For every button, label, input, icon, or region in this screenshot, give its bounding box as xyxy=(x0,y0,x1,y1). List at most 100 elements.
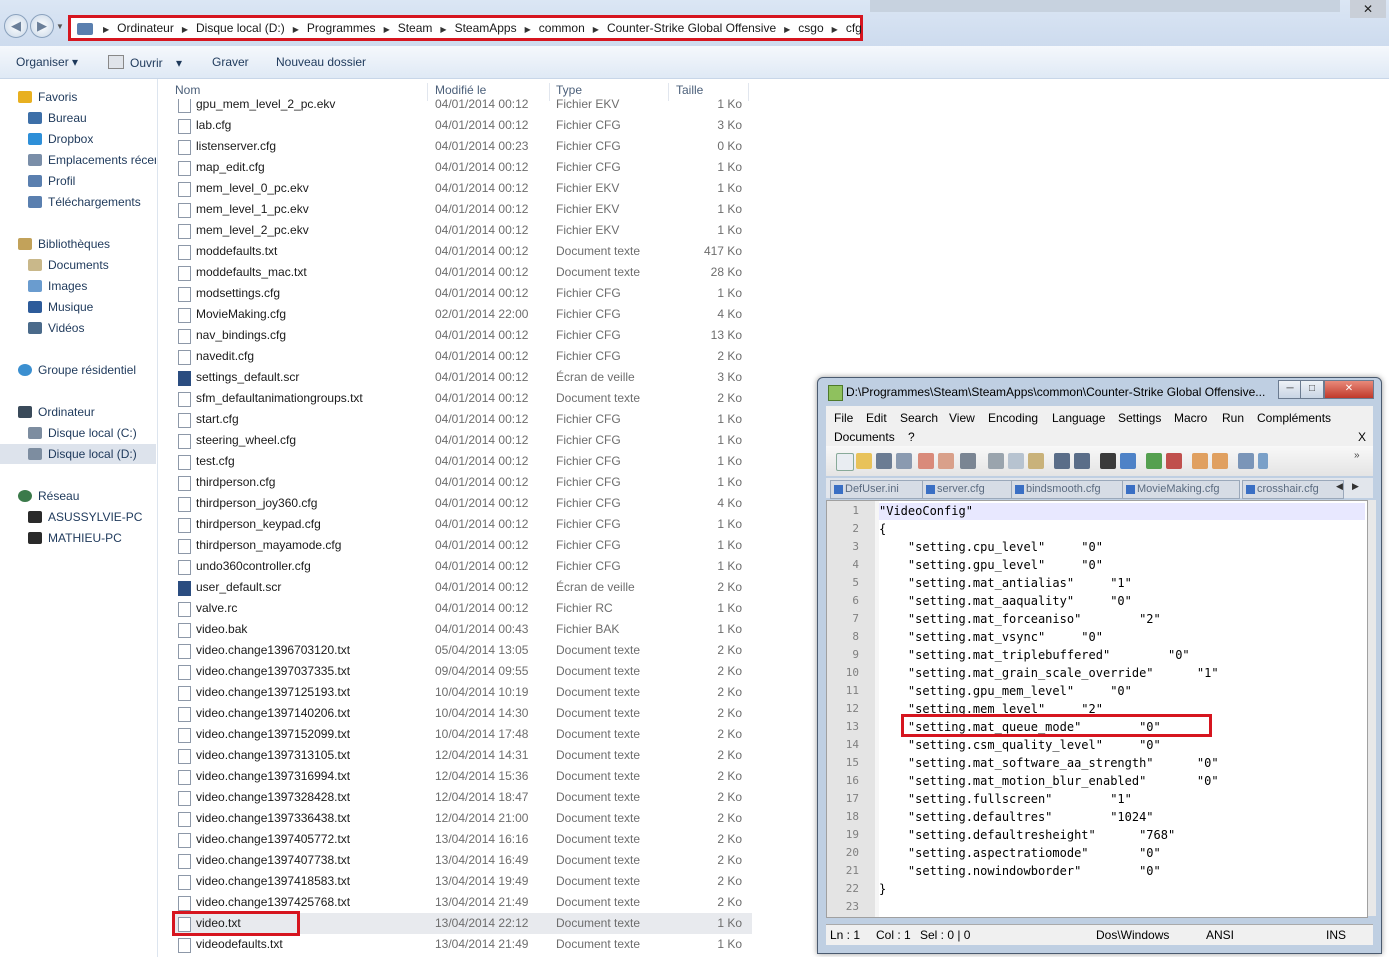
file-row[interactable]: test.cfg 04/01/2014 00:12 Fichier CFG 1 Ko xyxy=(172,451,752,472)
nav-videos[interactable]: Vidéos xyxy=(28,318,84,338)
file-row[interactable]: video.change1397418583.txt 13/04/2014 19:… xyxy=(172,871,752,892)
nav-favorites[interactable]: Favoris xyxy=(18,87,77,107)
nav-libraries[interactable]: Bibliothèques xyxy=(18,234,110,254)
back-arrow-icon[interactable]: ◀ xyxy=(4,14,28,38)
code-editor[interactable]: 1 2 3 4 5 6 7 8 9 10 11 12 13 14 15 16 17 18 19 20 21 22 23 "V… xyxy=(826,500,1368,918)
replace-icon[interactable] xyxy=(1120,453,1136,469)
vertical-scrollbar[interactable] xyxy=(1368,500,1376,916)
redo-icon[interactable] xyxy=(1074,453,1090,469)
nav-homegroup[interactable]: Groupe résidentiel xyxy=(18,360,136,380)
file-row[interactable]: sfm_defaultanimationgroups.txt 04/01/2014… xyxy=(172,388,752,409)
nav-profile[interactable]: Profil xyxy=(28,171,75,191)
column-type[interactable]: Type xyxy=(556,83,669,101)
file-row[interactable]: moddefaults.txt 04/01/2014 00:12 Document … xyxy=(172,241,752,262)
word-wrap-icon[interactable] xyxy=(1238,453,1254,469)
breadcrumb-separator-icon[interactable]: ▶ xyxy=(784,25,790,34)
file-row[interactable]: video.change1397313105.txt 12/04/2014 14:… xyxy=(172,745,752,766)
file-row[interactable]: settings_default.scr 04/01/2014 00:12 Écra… xyxy=(172,367,752,388)
column-size[interactable]: Taille xyxy=(676,83,749,101)
burn-button[interactable]: Graver xyxy=(212,55,249,69)
breadcrumb-item[interactable]: Steam xyxy=(398,21,433,35)
file-row[interactable]: moddefaults_mac.txt 04/01/2014 00:12 Docum… xyxy=(172,262,752,283)
file-row[interactable]: video.change1397425768.txt 13/04/2014 21:… xyxy=(172,892,752,913)
tab-defuser-ini[interactable]: DefUser.ini xyxy=(830,480,924,499)
file-row[interactable]: valve.rc 04/01/2014 00:12 Fichier RC 1 Ko xyxy=(172,598,752,619)
menu-macro[interactable]: Macro xyxy=(1174,411,1207,425)
copy-icon[interactable] xyxy=(1008,453,1024,469)
save-all-icon[interactable] xyxy=(896,453,912,469)
cut-icon[interactable] xyxy=(988,453,1004,469)
breadcrumb-item[interactable]: csgo xyxy=(798,21,823,35)
file-row[interactable]: undo360controller.cfg 04/01/2014 00:12 Fic… xyxy=(172,556,752,577)
breadcrumb-item[interactable]: SteamApps xyxy=(455,21,517,35)
nav-desktop[interactable]: Bureau xyxy=(28,108,87,128)
file-row[interactable]: video.change1397328428.txt 12/04/2014 18:… xyxy=(172,787,752,808)
menu-language[interactable]: Language xyxy=(1052,411,1105,425)
sync-vertical-icon[interactable] xyxy=(1192,453,1208,469)
file-row[interactable]: video.change1397407738.txt 13/04/2014 16:… xyxy=(172,850,752,871)
file-row[interactable]: lab.cfg 04/01/2014 00:12 Fichier CFG 3 Ko xyxy=(172,115,752,136)
breadcrumb-separator-icon[interactable]: ▶ xyxy=(384,25,390,34)
tab-scroll-left-icon[interactable]: ◀ xyxy=(1336,481,1343,492)
organize-button[interactable]: Organiser ▾ xyxy=(16,55,78,69)
breadcrumb-separator-icon[interactable]: ▶ xyxy=(832,25,838,34)
breadcrumb-separator-icon[interactable]: ▶ xyxy=(440,25,446,34)
column-modified[interactable]: Modifié le xyxy=(435,83,550,101)
menu-settings[interactable]: Settings xyxy=(1118,411,1161,425)
nav-drive-c[interactable]: Disque local (C:) xyxy=(28,423,137,443)
file-row[interactable]: nav_bindings.cfg 04/01/2014 00:12 Fichier … xyxy=(172,325,752,346)
file-row[interactable]: navedit.cfg 04/01/2014 00:12 Fichier CFG 2 … xyxy=(172,346,752,367)
menu-help[interactable]: ? xyxy=(908,430,915,444)
file-row[interactable]: modsettings.cfg 04/01/2014 00:12 Fichier C… xyxy=(172,283,752,304)
breadcrumb-item[interactable]: Disque local (D:) xyxy=(196,21,285,35)
menu-plugins[interactable]: Compléments xyxy=(1257,411,1331,425)
breadcrumb-item[interactable]: Counter-Strike Global Offensive xyxy=(607,21,776,35)
file-row[interactable]: steering_wheel.cfg 04/01/2014 00:12 Fichie… xyxy=(172,430,752,451)
paste-icon[interactable] xyxy=(1028,453,1044,469)
menu-encoding[interactable]: Encoding xyxy=(988,411,1038,425)
file-row[interactable]: MovieMaking.cfg 02/01/2014 22:00 Fichier C… xyxy=(172,304,752,325)
open-button[interactable]: Ouvrir ▾ xyxy=(108,55,182,70)
find-icon[interactable] xyxy=(1100,453,1116,469)
save-icon[interactable] xyxy=(876,453,892,469)
new-folder-button[interactable]: Nouveau dossier xyxy=(276,55,366,69)
close-all-icon[interactable] xyxy=(938,453,954,469)
file-row[interactable]: thirdperson_joy360.cfg 04/01/2014 00:12 Fi… xyxy=(172,493,752,514)
nav-drive-d[interactable]: Disque local (D:) xyxy=(0,444,156,464)
file-row[interactable]: mem_level_0_pc.ekv 04/01/2014 00:12 Fichie… xyxy=(172,178,752,199)
close-file-icon[interactable] xyxy=(918,453,934,469)
file-row[interactable]: thirdperson_mayamode.cfg 04/01/2014 00:12… xyxy=(172,535,752,556)
nav-images[interactable]: Images xyxy=(28,276,87,296)
nav-pc-asussylvie[interactable]: ASUSSYLVIE-PC xyxy=(28,507,142,527)
breadcrumb-separator-icon[interactable]: ▶ xyxy=(525,25,531,34)
open-file-icon[interactable] xyxy=(856,453,872,469)
tab-crosshair-cfg[interactable]: crosshair.cfg xyxy=(1242,480,1344,499)
menu-search[interactable]: Search xyxy=(900,411,938,425)
file-row[interactable]: videodefaults.txt 13/04/2014 21:49 Documen… xyxy=(172,934,752,955)
file-row[interactable]: thirdperson_keypad.cfg 04/01/2014 00:12 Fi… xyxy=(172,514,752,535)
nav-documents[interactable]: Documents xyxy=(28,255,109,275)
new-file-icon[interactable] xyxy=(836,453,854,471)
column-name[interactable]: Nom xyxy=(175,83,428,101)
tab-server-cfg[interactable]: server.cfg xyxy=(922,480,1014,499)
breadcrumb-separator-icon[interactable]: ▶ xyxy=(103,25,109,34)
close-icon[interactable]: ✕ xyxy=(1350,0,1386,18)
file-row[interactable]: video.change1397125193.txt 10/04/2014 10:… xyxy=(172,682,752,703)
breadcrumb-item[interactable]: common xyxy=(539,21,585,35)
tab-moviemaking-cfg[interactable]: MovieMaking.cfg xyxy=(1122,480,1240,499)
file-row[interactable]: video.change1397316994.txt 12/04/2014 15:… xyxy=(172,766,752,787)
menu-documents[interactable]: Documents xyxy=(834,430,895,444)
show-all-characters-icon[interactable] xyxy=(1258,453,1268,469)
file-row[interactable]: mem_level_1_pc.ekv 04/01/2014 00:12 Fichie… xyxy=(172,199,752,220)
nav-recent[interactable]: Emplacements récents xyxy=(28,150,156,170)
nav-network[interactable]: Réseau xyxy=(18,486,79,506)
breadcrumb-separator-icon[interactable]: ▶ xyxy=(293,25,299,34)
file-row[interactable]: listenserver.cfg 04/01/2014 00:23 Fichier … xyxy=(172,136,752,157)
print-icon[interactable] xyxy=(960,453,976,469)
breadcrumb-separator-icon[interactable]: ▶ xyxy=(593,25,599,34)
menu-edit[interactable]: Edit xyxy=(866,411,887,425)
breadcrumb-separator-icon[interactable]: ▶ xyxy=(182,25,188,34)
file-row[interactable]: video.change1397140206.txt 10/04/2014 14:… xyxy=(172,703,752,724)
file-row[interactable]: video.change1397405772.txt 13/04/2014 16:… xyxy=(172,829,752,850)
file-row[interactable]: thirdperson.cfg 04/01/2014 00:12 Fichier C… xyxy=(172,472,752,493)
